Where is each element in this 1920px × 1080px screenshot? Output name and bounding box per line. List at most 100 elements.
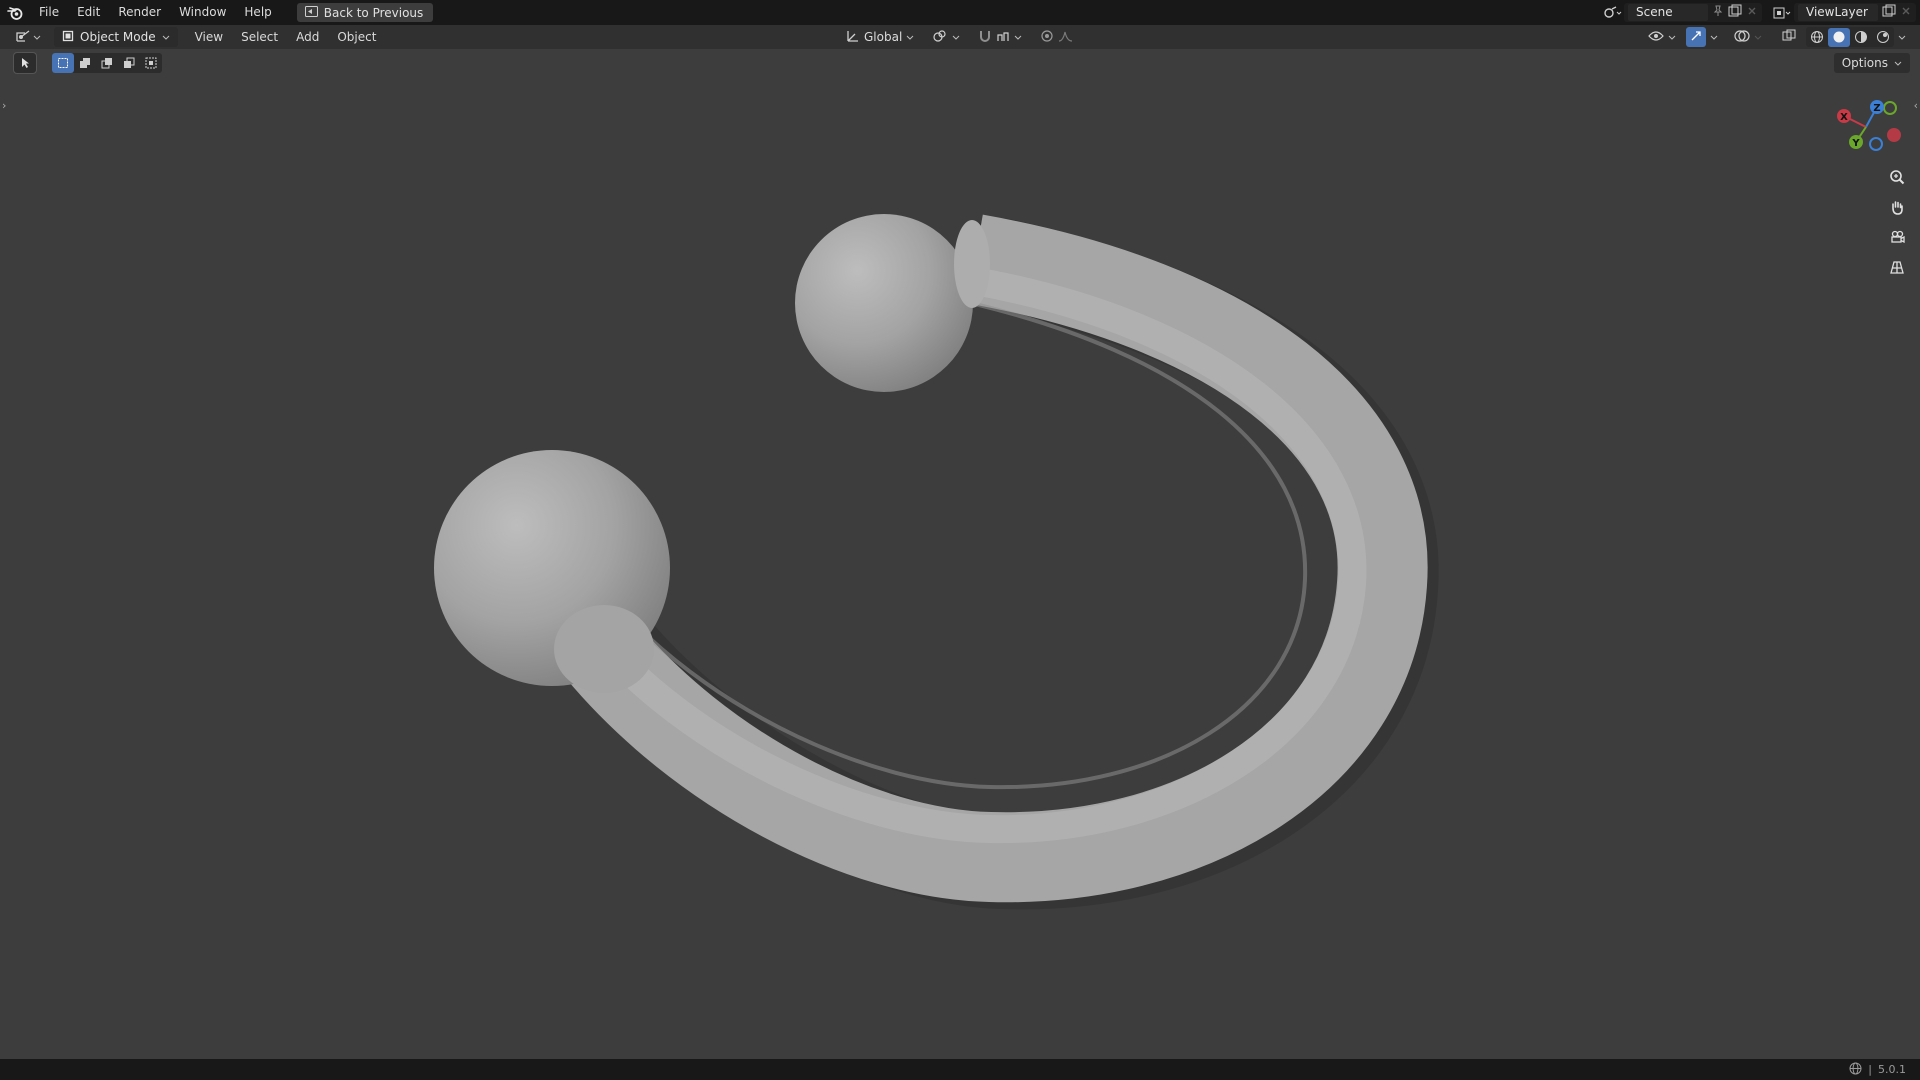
solid-shading-icon[interactable] (1828, 27, 1850, 47)
object-mode-icon (62, 30, 74, 45)
zoom-icon (1889, 169, 1905, 189)
chevron-down-icon (162, 30, 170, 44)
transform-orientation-dropdown[interactable]: Global (840, 27, 920, 47)
snap-toggle[interactable] (972, 27, 1028, 47)
upper-ball[interactable] (795, 214, 973, 392)
chevron-down-icon (33, 30, 41, 44)
chevron-down-icon (1754, 30, 1762, 44)
scene-browse-icon[interactable] (1602, 3, 1624, 22)
options-dropdown[interactable]: Options (1833, 53, 1910, 73)
hand-icon (1889, 199, 1905, 219)
view-layer-browse-icon[interactable] (1772, 3, 1794, 22)
snap-increment-icon[interactable] (996, 29, 1010, 46)
overlays-icon (1734, 29, 1750, 46)
navigation-gizmo[interactable]: Z X Y (1826, 93, 1906, 163)
cursor-icon (19, 54, 31, 73)
select-subtract-icon (101, 54, 113, 73)
chevron-down-icon (1668, 30, 1676, 44)
perspective-toggle-button[interactable] (1884, 257, 1910, 281)
status-bar: | 5.0.1 (0, 1059, 1920, 1080)
visibility-dropdown[interactable] (1642, 27, 1682, 47)
xray-toggle[interactable] (1776, 27, 1802, 47)
scene-selector[interactable]: Scene (1624, 3, 1762, 22)
select-intersect-button[interactable] (140, 53, 162, 73)
menu-render[interactable]: Render (109, 0, 170, 25)
menu-window[interactable]: Window (170, 0, 235, 25)
chevron-down-icon (952, 30, 960, 44)
chevron-down-icon (1894, 56, 1902, 70)
toolbar-expand-arrow-icon[interactable]: › (2, 99, 6, 112)
view-layer-name-field[interactable]: ViewLayer (1798, 4, 1878, 21)
gizmo-toggle[interactable] (1686, 27, 1706, 47)
pivot-point-dropdown[interactable] (926, 27, 966, 47)
chevron-down-icon (1014, 30, 1022, 44)
falloff-curve-icon[interactable] (1058, 29, 1074, 46)
menu-file[interactable]: File (30, 0, 68, 25)
options-label: Options (1841, 56, 1888, 70)
menu-select[interactable]: Select (232, 30, 287, 44)
new-view-layer-icon[interactable] (1882, 4, 1896, 21)
gizmo-neg-z-icon[interactable] (1869, 137, 1883, 151)
top-bar: File Edit Render Window Help Back to Pre… (0, 0, 1920, 25)
gizmo-neg-y-icon[interactable] (1883, 101, 1897, 115)
tool-header-row (13, 52, 162, 74)
wireframe-shading-icon[interactable] (1806, 28, 1828, 47)
shading-mode-group (1806, 27, 1894, 47)
back-to-previous-button[interactable]: Back to Previous (296, 3, 434, 22)
delete-scene-icon[interactable] (1746, 5, 1758, 20)
material-preview-icon[interactable] (1850, 28, 1872, 47)
proportional-editing-icon (1040, 29, 1054, 46)
viewport-header: Object Mode View Select Add Object Globa… (0, 25, 1920, 49)
select-new-icon (57, 54, 69, 73)
scene-name-field[interactable]: Scene (1628, 4, 1708, 21)
globe-icon (1849, 1062, 1862, 1078)
object-mode-label: Object Mode (80, 30, 156, 44)
lower-tube-cap (554, 605, 654, 693)
xray-icon (1782, 29, 1796, 46)
chevron-down-icon[interactable] (1898, 30, 1906, 44)
upper-tube-cap (954, 220, 990, 308)
editor-type-selector[interactable] (8, 27, 48, 47)
back-to-previous-label: Back to Previous (323, 5, 424, 20)
menu-help[interactable]: Help (235, 0, 280, 25)
topbar-right: Scene ViewLayer (1602, 0, 1920, 25)
pin-icon[interactable] (1712, 5, 1724, 20)
select-invert-button[interactable] (118, 53, 140, 73)
sidebar-expand-arrow-icon[interactable]: ‹ (1914, 99, 1918, 112)
select-invert-icon (123, 54, 135, 73)
blender-logo-icon[interactable] (0, 0, 30, 25)
select-new-button[interactable] (52, 53, 74, 73)
selection-mode-group (52, 53, 162, 73)
gizmo-neg-x-icon[interactable] (1887, 128, 1901, 142)
gizmo-x-label: X (1840, 112, 1848, 123)
chevron-down-icon[interactable] (1710, 30, 1718, 44)
select-intersect-icon (145, 54, 157, 73)
overlays-toggle[interactable] (1728, 27, 1768, 47)
select-tool-button[interactable] (13, 52, 37, 74)
proportional-editing-toggle[interactable] (1034, 27, 1080, 47)
status-separator: | (1868, 1063, 1872, 1076)
scene-render (434, 214, 1439, 910)
menu-object[interactable]: Object (328, 30, 385, 44)
zoom-button[interactable] (1884, 167, 1910, 191)
view-layer-selector[interactable]: ViewLayer (1794, 3, 1916, 22)
object-mode-dropdown[interactable]: Object Mode (54, 27, 178, 47)
select-subtract-button[interactable] (96, 53, 118, 73)
viewport-nav-buttons (1884, 167, 1910, 281)
select-extend-button[interactable] (74, 53, 96, 73)
3d-viewport[interactable]: Options › ‹ Z X Y (0, 49, 1920, 1059)
delete-view-layer-icon[interactable] (1900, 5, 1912, 20)
new-scene-icon[interactable] (1728, 4, 1742, 21)
orientation-icon (846, 29, 860, 46)
camera-view-button[interactable] (1884, 227, 1910, 251)
pan-button[interactable] (1884, 197, 1910, 221)
gizmo-y-label: Y (1851, 138, 1860, 149)
menu-add[interactable]: Add (287, 30, 328, 44)
version-label: 5.0.1 (1878, 1063, 1906, 1076)
select-extend-icon (79, 54, 91, 73)
gizmo-z-label: Z (1873, 103, 1880, 114)
ring-tube[interactable] (565, 214, 1428, 903)
menu-view[interactable]: View (186, 30, 232, 44)
menu-edit[interactable]: Edit (68, 0, 109, 25)
rendered-shading-icon[interactable] (1872, 28, 1894, 47)
